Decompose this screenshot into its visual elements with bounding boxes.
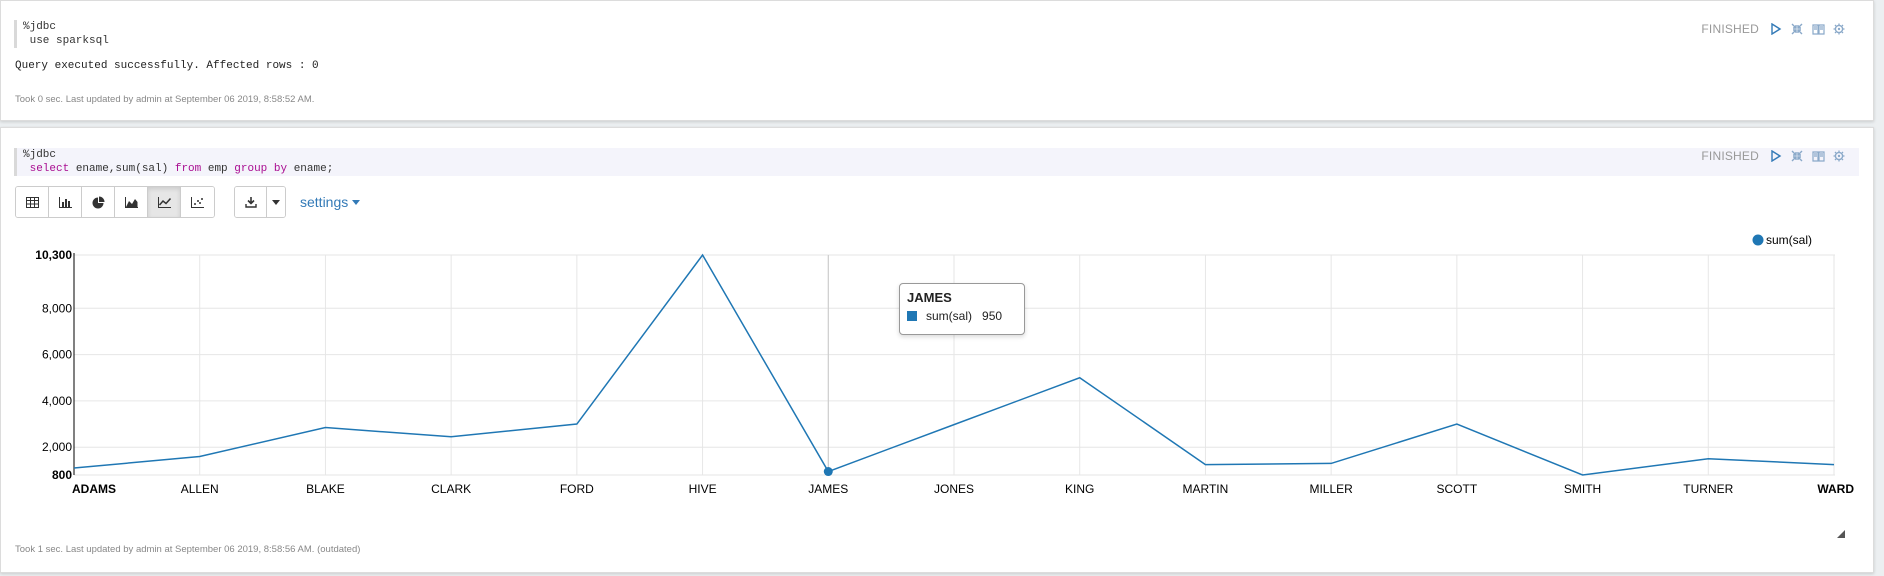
x-tick-label: ADAMS bbox=[72, 482, 116, 496]
y-tick-label: 4,000 bbox=[42, 394, 72, 408]
data-point[interactable] bbox=[322, 425, 328, 431]
tooltip-swatch bbox=[907, 311, 917, 321]
data-point[interactable] bbox=[197, 453, 203, 459]
x-tick-label: JAMES bbox=[808, 482, 848, 496]
book-icon[interactable] bbox=[1810, 21, 1826, 37]
x-tick-label: FORD bbox=[560, 482, 594, 496]
run-icon[interactable] bbox=[1768, 21, 1784, 37]
data-point[interactable] bbox=[700, 252, 706, 258]
y-tick-label: 2,000 bbox=[42, 440, 72, 454]
x-tick-label: MILLER bbox=[1309, 482, 1353, 496]
x-tick-label: BLAKE bbox=[306, 482, 345, 496]
x-tick-label: SMITH bbox=[1564, 482, 1601, 496]
data-point[interactable] bbox=[1202, 462, 1208, 468]
paragraph-footer: Took 1 sec. Last updated by admin at Sep… bbox=[15, 544, 361, 555]
data-point[interactable] bbox=[71, 465, 77, 471]
data-point[interactable] bbox=[1328, 460, 1334, 466]
hide-editor-icon[interactable] bbox=[1789, 21, 1805, 37]
gear-icon[interactable] bbox=[1831, 21, 1847, 37]
data-point[interactable] bbox=[448, 434, 454, 440]
paragraph-controls: FINISHED bbox=[1701, 21, 1847, 37]
x-tick-label: MARTIN bbox=[1183, 482, 1229, 496]
paragraph-1: %jdbc use sparksql FINISHED Query execut… bbox=[0, 0, 1874, 121]
tooltip-value: 950 bbox=[982, 309, 1003, 323]
data-point[interactable] bbox=[1831, 462, 1837, 468]
data-point[interactable] bbox=[823, 467, 833, 477]
tooltip-series-name: sum(sal) bbox=[926, 309, 973, 323]
status-label: FINISHED bbox=[1701, 22, 1759, 36]
y-tick-label: 10,300 bbox=[35, 248, 72, 262]
x-tick-label: JONES bbox=[934, 482, 974, 496]
line-chart[interactable]: 800 2,000 4,000 6,000 8,000 10,300 ADAMS ALLEN B… bbox=[1, 128, 1875, 574]
code-editor[interactable]: %jdbc use sparksql bbox=[14, 20, 1859, 48]
code-line: use sparksql bbox=[23, 35, 109, 47]
legend-label[interactable]: sum(sal) bbox=[1766, 233, 1812, 247]
data-point[interactable] bbox=[951, 422, 957, 428]
paragraph-footer: Took 0 sec. Last updated by admin at Sep… bbox=[15, 94, 315, 105]
paragraph-2: %jdbc select ename,sum(sal) from emp gro… bbox=[0, 127, 1874, 573]
data-point[interactable] bbox=[1077, 375, 1083, 381]
y-tick-label: 8,000 bbox=[42, 301, 72, 315]
x-tick-label: SCOTT bbox=[1437, 482, 1478, 496]
y-tick-label: 6,000 bbox=[42, 348, 72, 362]
x-tick-label: CLARK bbox=[431, 482, 471, 496]
x-tick-label: HIVE bbox=[689, 482, 717, 496]
code-line: %jdbc bbox=[23, 21, 57, 33]
data-point[interactable] bbox=[1454, 421, 1460, 427]
legend-marker[interactable] bbox=[1752, 234, 1764, 246]
query-result-text: Query executed successfully. Affected ro… bbox=[15, 60, 319, 72]
data-point[interactable] bbox=[1580, 472, 1586, 478]
x-tick-label: TURNER bbox=[1683, 482, 1733, 496]
x-tick-label: KING bbox=[1065, 482, 1094, 496]
x-tick-label: WARD bbox=[1817, 482, 1854, 496]
y-tick-label: 800 bbox=[52, 468, 72, 482]
x-tick-label: ALLEN bbox=[181, 482, 219, 496]
resize-handle-icon[interactable] bbox=[1837, 525, 1845, 543]
chart-tooltip: JAMES sum(sal) 950 bbox=[899, 283, 1025, 335]
data-point[interactable] bbox=[574, 421, 580, 427]
data-point[interactable] bbox=[1705, 456, 1711, 462]
tooltip-row: sum(sal) 950 bbox=[907, 309, 1017, 323]
tooltip-title: JAMES bbox=[907, 290, 952, 305]
